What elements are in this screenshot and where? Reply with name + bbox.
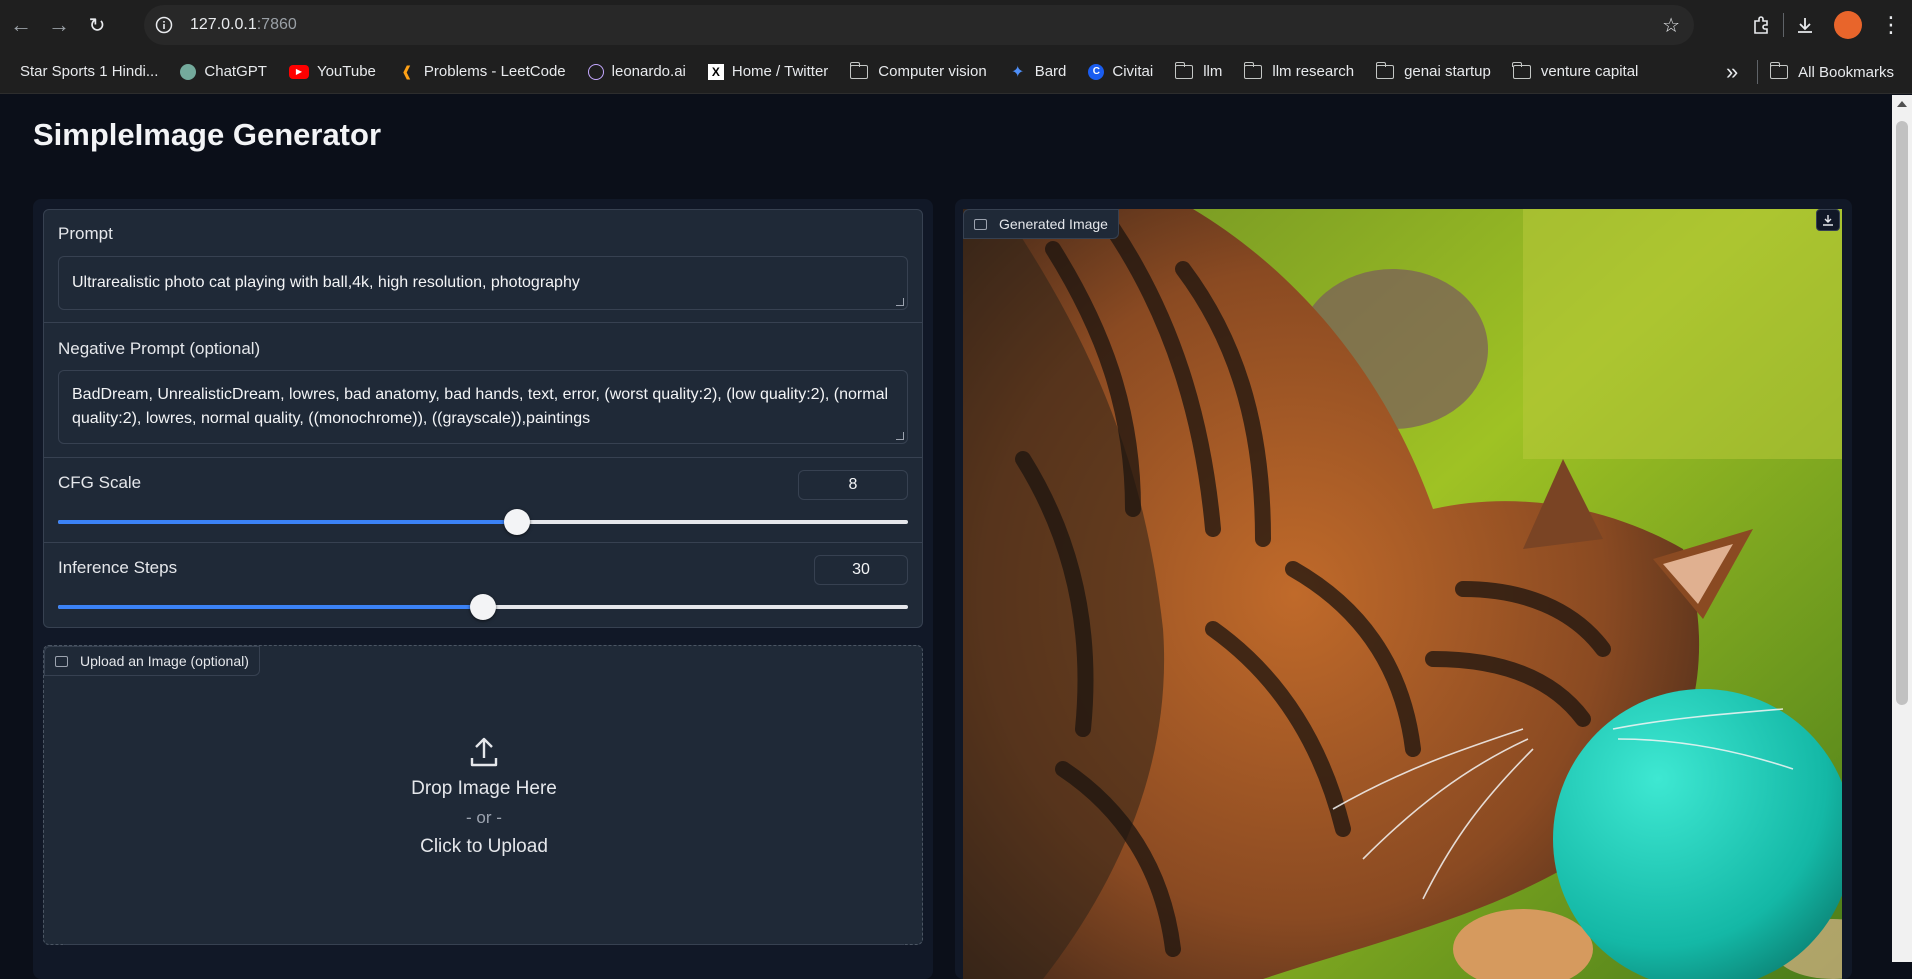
upload-image-label: Upload an Image (optional) <box>44 646 260 676</box>
forward-icon[interactable]: → <box>40 6 78 44</box>
civitai-icon: C <box>1088 63 1105 80</box>
upload-divider <box>64 944 904 945</box>
bookmark-item[interactable]: X Home / Twitter <box>707 63 828 80</box>
bookmark-folder[interactable]: Computer vision <box>849 61 987 80</box>
folder-icon <box>1375 61 1395 79</box>
x-icon: X <box>707 63 724 80</box>
browser-toolbar: ← → ↻ 127.0.0.1:7860 ☆ ⋮ <box>0 0 1912 50</box>
bookmarks-overflow-icon[interactable]: » <box>1711 51 1753 93</box>
bookmark-item[interactable]: Star Sports 1 Hindi... <box>20 63 158 80</box>
site-info-icon[interactable] <box>150 11 178 39</box>
address-bar[interactable]: 127.0.0.1:7860 ☆ <box>144 5 1694 45</box>
slider-thumb[interactable] <box>504 509 530 535</box>
folder-icon <box>1243 61 1263 79</box>
reload-icon[interactable]: ↻ <box>78 6 116 44</box>
negative-prompt-input[interactable]: BadDream, UnrealisticDream, lowres, bad … <box>58 370 908 444</box>
chatgpt-icon <box>180 63 197 80</box>
extensions-icon[interactable] <box>1741 4 1783 46</box>
back-icon[interactable]: ← <box>2 6 40 44</box>
bookmark-item[interactable]: ❰ Problems - LeetCode <box>398 63 566 80</box>
folder-icon <box>1174 61 1194 79</box>
generated-image-label: Generated Image <box>963 209 1119 239</box>
inference-steps-slider[interactable] <box>58 594 908 620</box>
negative-prompt-label: Negative Prompt (optional) <box>58 339 261 358</box>
bookmark-folder[interactable]: llm <box>1174 61 1222 80</box>
image-icon <box>55 655 68 667</box>
folder-icon <box>849 61 869 79</box>
resize-handle-icon[interactable] <box>896 432 904 440</box>
folder-icon <box>1512 61 1531 79</box>
bookmark-folder[interactable]: venture capital <box>1512 61 1638 80</box>
inference-steps-label: Inference Steps <box>58 558 178 577</box>
slider-fill <box>58 520 517 524</box>
image-icon <box>974 218 987 230</box>
inference-steps-block: Inference Steps 30 <box>43 543 923 628</box>
bookmark-item[interactable]: ✦ Bard <box>1009 63 1066 81</box>
bookmark-item[interactable]: leonardo.ai <box>587 63 686 80</box>
upload-icon <box>44 736 924 768</box>
download-image-button[interactable] <box>1816 209 1840 231</box>
negative-prompt-block: Negative Prompt (optional) BadDream, Unr… <box>43 323 923 458</box>
drop-image-text: Drop Image Here <box>411 778 557 799</box>
input-panel: Prompt Ultrarealistic photo cat playing … <box>33 199 933 979</box>
folder-icon <box>1769 62 1789 79</box>
upload-or-text: - or - <box>466 808 502 827</box>
prompt-input[interactable]: Ultrarealistic photo cat playing with ba… <box>58 256 908 310</box>
prompt-block: Prompt Ultrarealistic photo cat playing … <box>43 209 923 323</box>
page-content: SimpleImage Generator Prompt Ultrarealis… <box>0 95 1892 979</box>
bard-icon: ✦ <box>1010 63 1025 81</box>
slider-thumb[interactable] <box>470 594 496 620</box>
slider-fill <box>58 605 483 609</box>
cfg-scale-block: CFG Scale 8 <box>43 458 923 543</box>
youtube-icon: ▶ <box>288 64 309 79</box>
bookmark-folder[interactable]: llm research <box>1243 61 1354 80</box>
leonardo-icon <box>587 63 604 80</box>
cfg-scale-label: CFG Scale <box>58 473 142 492</box>
leetcode-icon: ❰ <box>401 63 413 79</box>
generated-image <box>963 209 1842 979</box>
resize-handle-icon[interactable] <box>896 298 904 306</box>
inference-steps-number-input[interactable]: 30 <box>814 555 908 585</box>
bookmark-item[interactable]: C Civitai <box>1088 63 1153 80</box>
prompt-label: Prompt <box>58 224 113 243</box>
profile-avatar[interactable] <box>1834 11 1862 39</box>
upload-prompt: Drop Image Here - or - Click to Upload <box>44 736 924 858</box>
scroll-up-icon[interactable] <box>1897 101 1907 107</box>
download-icon[interactable] <box>1784 4 1826 46</box>
bookmark-star-icon[interactable]: ☆ <box>1662 13 1680 38</box>
output-panel: Generated Image <box>955 199 1852 979</box>
page-title: SimpleImage Generator <box>33 117 382 152</box>
bookmark-folder[interactable]: genai startup <box>1375 61 1491 80</box>
all-bookmarks-button[interactable]: All Bookmarks <box>1769 62 1894 81</box>
bookmark-item[interactable]: ▶ YouTube <box>288 63 376 80</box>
download-icon <box>1823 215 1833 226</box>
generated-image-cat <box>963 209 1842 979</box>
menu-kebab-icon[interactable]: ⋮ <box>1870 4 1912 46</box>
cfg-scale-slider[interactable] <box>58 509 908 535</box>
bookmarks-divider <box>1757 60 1759 84</box>
scrollbar-thumb[interactable] <box>1896 121 1908 705</box>
click-to-upload-text: Click to Upload <box>420 836 548 857</box>
bookmark-item[interactable]: ChatGPT <box>180 63 267 80</box>
bookmarks-bar: Star Sports 1 Hindi... ChatGPT ▶ YouTube … <box>0 50 1912 94</box>
image-upload-dropzone[interactable]: Upload an Image (optional) Drop Image He… <box>43 645 923 945</box>
url-text: 127.0.0.1:7860 <box>190 16 297 33</box>
cfg-scale-number-input[interactable]: 8 <box>798 470 908 500</box>
page-scrollbar[interactable] <box>1892 95 1912 962</box>
